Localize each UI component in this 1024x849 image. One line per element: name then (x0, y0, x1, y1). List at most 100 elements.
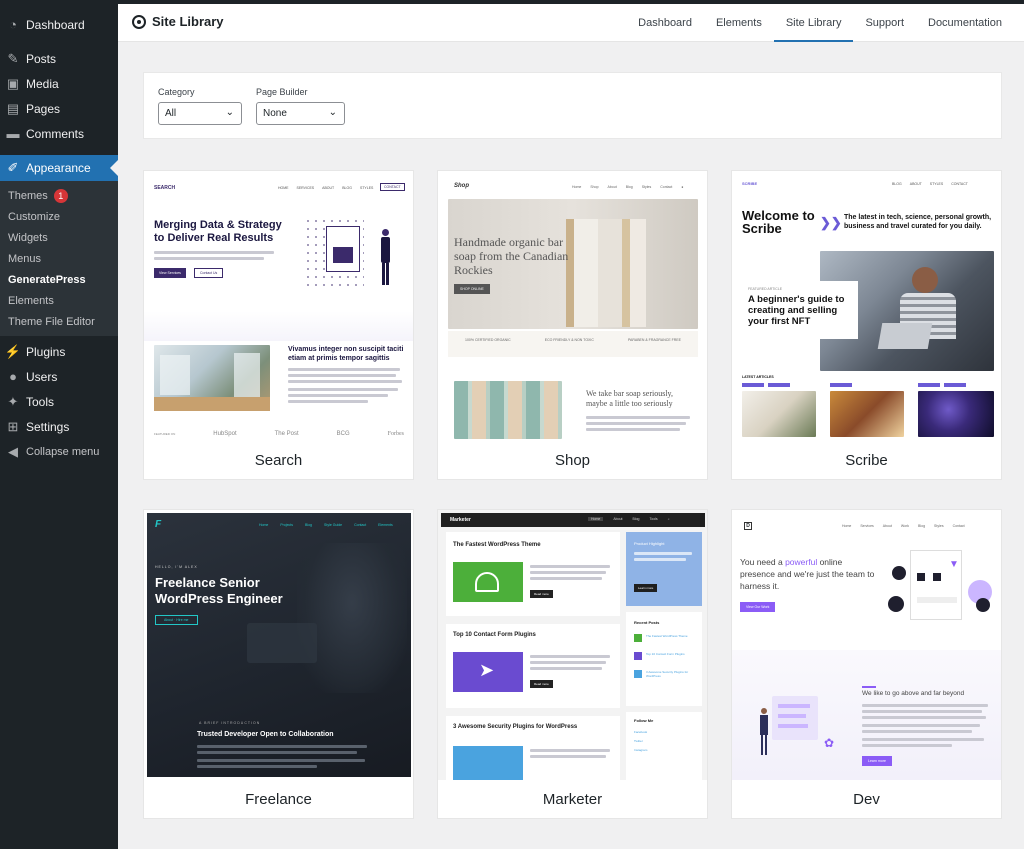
preview-text-line (530, 655, 610, 658)
social-link: Instagram (634, 748, 648, 752)
preview-text-line (197, 765, 317, 768)
post-title: Top 10 Contact Form Plugins (453, 632, 536, 638)
preview-text-line (288, 374, 396, 377)
nav-support[interactable]: Support (853, 4, 916, 42)
sidebar-item-label: Posts (26, 51, 57, 66)
preview-headline: Freelance Senior WordPress Engineer (155, 575, 283, 606)
preview-nav: Home Projects Blog Style Guide Contact E… (259, 523, 393, 527)
page-builder-select[interactable]: None ⌄ (256, 102, 345, 125)
sidebar-item-posts[interactable]: ✎ Posts (0, 46, 118, 71)
illustration-person (760, 708, 768, 756)
submenu-menus[interactable]: Menus (0, 249, 118, 269)
preview-button: SHOP ONLINE (454, 284, 490, 294)
nav-dashboard[interactable]: Dashboard (626, 4, 704, 42)
submenu-elements[interactable]: Elements (0, 291, 118, 311)
nav-documentation[interactable]: Documentation (916, 4, 1024, 42)
widget-title: Follow Me (634, 718, 654, 723)
cart-icon: ● (681, 185, 684, 189)
feature-label: PARABEN & FRAGRANCE FREE (627, 338, 681, 342)
social-link: Twitter (634, 739, 643, 743)
sidebar-item-pages[interactable]: ▤ Pages (0, 96, 118, 121)
preview-portrait (297, 543, 407, 693)
site-card-freelance[interactable]: F Home Projects Blog Style Guide Contact… (143, 509, 414, 819)
preview-text-line (288, 380, 402, 383)
widget-title: Recent Posts (634, 620, 660, 625)
site-card-shop[interactable]: Shop Home Shop About Blog Styles Contact… (437, 170, 708, 480)
recent-posts-widget: Recent Posts The Fastest WordPress Theme… (626, 612, 702, 706)
illustration-window: ▼ (910, 550, 962, 620)
preview-logo: SCRIBE (742, 181, 758, 186)
preview-nav-item: Style Guide (324, 523, 343, 527)
preview-nav-item: STYLES (929, 182, 944, 186)
recent-post-link: The Fastest WordPress Theme (646, 634, 688, 638)
preview-tagline: The latest in tech, science, personal gr… (844, 214, 992, 230)
preview-nav-item: Home (572, 185, 582, 189)
preview-nav-item: Blog (625, 185, 633, 189)
nav-site-library[interactable]: Site Library (773, 4, 854, 42)
category-select[interactable]: All ⌄ (158, 102, 242, 125)
search-icon: ⌕ (667, 517, 670, 521)
dashboard-icon: ◔ (9, 17, 17, 32)
preview-text-line (154, 257, 264, 260)
site-card-title: Search (254, 452, 303, 469)
site-card-marketer[interactable]: Marketer Home About Blog Tools ⌕ The Fas… (437, 509, 708, 819)
accent-line (862, 686, 876, 688)
post-image (453, 746, 523, 780)
sidebar-item-dashboard[interactable]: ◔ Dashboard (0, 12, 118, 37)
sidebar-item-tools[interactable]: ✦ Tools (0, 389, 118, 414)
preview-text-line (197, 751, 357, 754)
preview-button: About · Hire me (155, 615, 198, 625)
site-card-dev[interactable]: D Home Services About Work Blog Styles C… (731, 509, 1002, 819)
preview-text-line (288, 400, 368, 403)
preview-nav: Home Shop About Blog Styles Contact ● (572, 185, 683, 189)
site-card-search[interactable]: SEARCH HOME SERVICES ABOUT BLOG STYLES C… (143, 170, 414, 480)
preview-nav-item: ABOUT (909, 182, 922, 186)
submenu-label: Themes (8, 190, 48, 202)
sidebar-item-media[interactable]: ▣ Media (0, 71, 118, 96)
preview-nav-item: Projects (280, 523, 293, 527)
preview-nav-item: STYLES (359, 186, 374, 190)
preview-nav-item: Tools (649, 517, 658, 521)
preview-text-line (530, 571, 606, 574)
preview-text-line (634, 558, 686, 561)
sidebar-item-users[interactable]: ● Users (0, 364, 118, 389)
double-chevron-icon: ❯❯ (820, 215, 842, 230)
preview-button: Read more (530, 590, 553, 598)
nav-elements[interactable]: Elements (704, 4, 774, 42)
sidebar-item-plugins[interactable]: ⚡ Plugins (0, 339, 118, 364)
preview-nav-item: Shop (590, 185, 599, 189)
page-builder-label: Page Builder (256, 87, 308, 97)
preview-features: 100% CERTIFIED ORGANIC ECO FRIENDLY & NO… (448, 338, 698, 342)
recent-post-thumb (634, 652, 642, 660)
preview-soap-photo (454, 381, 562, 439)
preview-logo: SEARCH (154, 185, 176, 191)
sidebar-item-appearance[interactable]: ✐ Appearance (0, 155, 118, 181)
page-builder-value: None (263, 108, 287, 119)
sidebar-item-label: Tools (26, 394, 55, 409)
filter-panel: Category All ⌄ Page Builder None ⌄ (143, 72, 1002, 139)
article-thumbnail (830, 391, 904, 437)
submenu-themes[interactable]: Themes 1 (0, 186, 118, 206)
category-tag (830, 383, 852, 387)
user-icon: ● (9, 369, 17, 384)
preview-text-line (288, 394, 388, 397)
submenu-generatepress[interactable]: GeneratePress (0, 270, 118, 290)
preview-nav-item: Blog (305, 523, 313, 527)
preview-text-line (586, 416, 690, 419)
preview-logos-row: FEATURED ON HubSpot The Post BCG Forbes (154, 431, 404, 437)
sidebar-item-settings[interactable]: ⊞ Settings (0, 414, 118, 439)
preview-nav: Home About Blog Tools ⌕ (588, 517, 670, 521)
collapse-icon: ◀ (8, 443, 18, 459)
preview-logo: Shop (454, 183, 469, 189)
submenu-theme-file-editor[interactable]: Theme File Editor (0, 312, 118, 332)
category-tag (944, 383, 966, 387)
site-card-scribe[interactable]: SCRIBE BLOG ABOUT STYLES CONTACT Welcome… (731, 170, 1002, 480)
site-preview-scribe: SCRIBE BLOG ABOUT STYLES CONTACT Welcome… (732, 171, 1001, 441)
sidebar-item-comments[interactable]: ▬ Comments (0, 121, 118, 146)
preview-text-line (586, 428, 680, 431)
submenu-widgets[interactable]: Widgets (0, 228, 118, 248)
submenu-customize[interactable]: Customize (0, 207, 118, 227)
brush-icon: ✐ (7, 160, 19, 175)
preview-nav-item: Home (842, 524, 852, 528)
sidebar-collapse-menu[interactable]: ◀ Collapse menu (0, 439, 118, 464)
